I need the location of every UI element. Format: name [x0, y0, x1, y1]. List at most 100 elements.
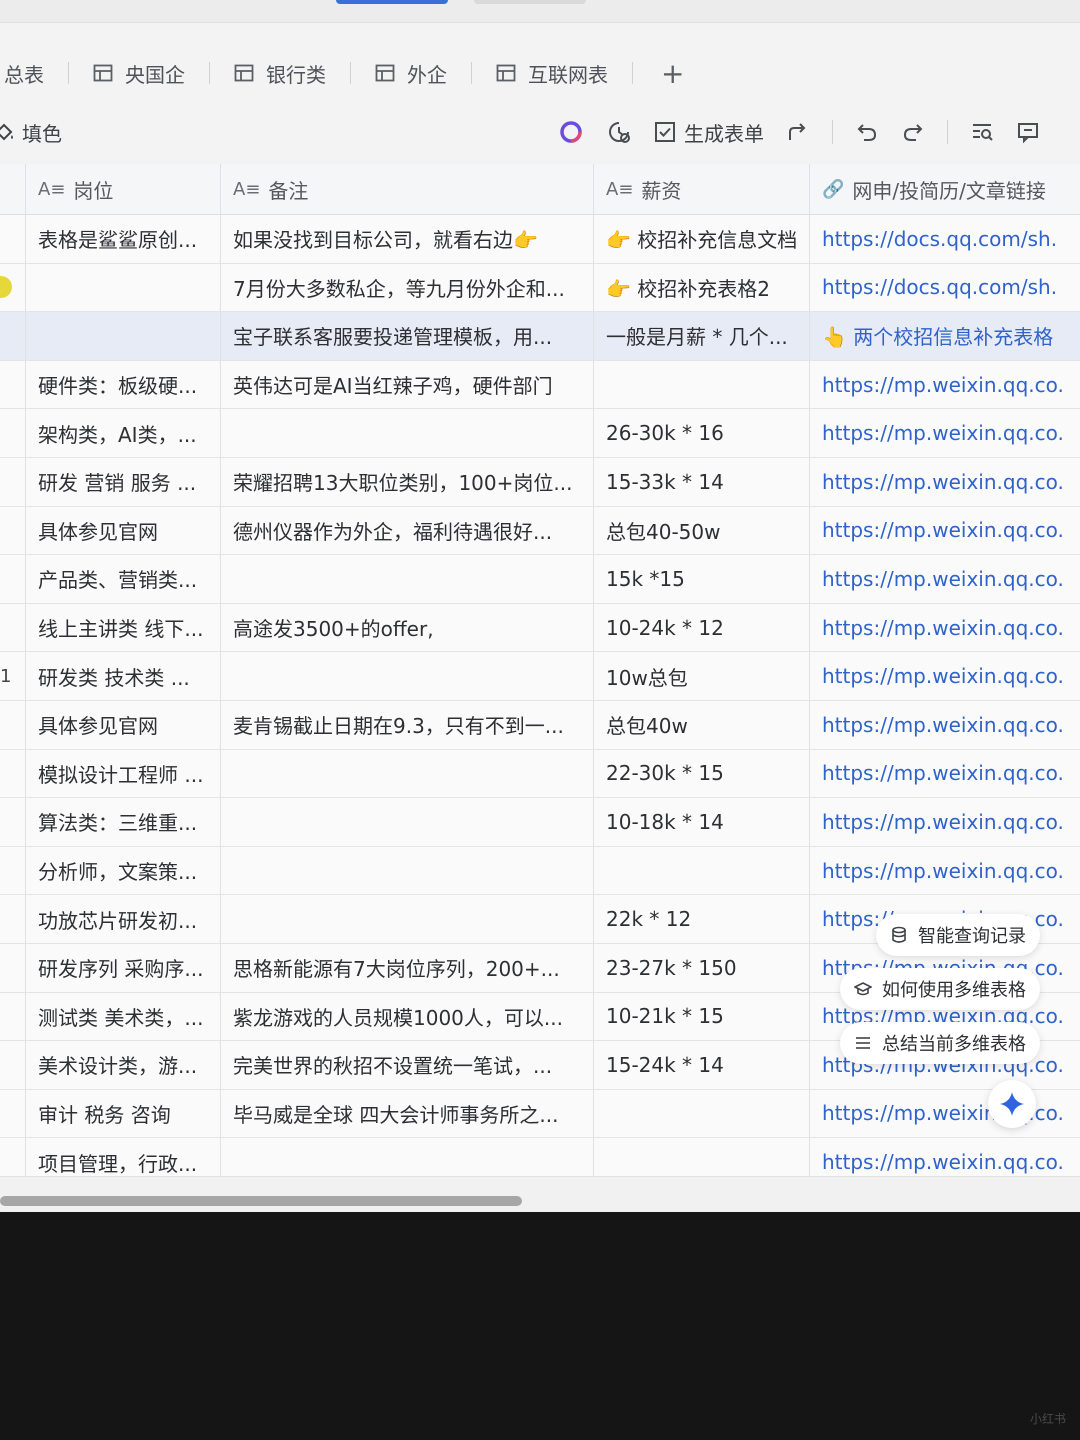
cell-position[interactable]: 测试类 美术类，... [26, 992, 221, 1041]
share-icon[interactable] [786, 120, 810, 144]
cell-salary[interactable] [594, 1089, 810, 1138]
cell-notes[interactable] [221, 895, 594, 943]
cell-salary[interactable]: 15-24k * 14 [594, 1041, 810, 1089]
cell-notes[interactable]: 如果没找到目标公司，就看右边👉 [221, 215, 594, 263]
cell-position[interactable]: 研发 营销 服务 ... [26, 457, 221, 506]
tab-internet[interactable]: 互联网表 [496, 59, 608, 88]
cell-notes[interactable]: 麦肯锡截止日期在9.3，只有不到一... [221, 700, 594, 749]
cell-link[interactable]: https://mp.weixin.qq.co. [810, 1090, 1080, 1138]
cell-notes[interactable]: 思格新能源有7大岗位序列，200+... [221, 943, 594, 992]
cell-position[interactable]: 具体参见官网 [26, 700, 221, 749]
ai-smart-query-button[interactable]: 智能查询记录 [876, 914, 1040, 956]
ai-how-to-use-button[interactable]: 如何使用多维表格 [840, 968, 1040, 1010]
redo-icon[interactable] [901, 120, 925, 144]
tab-state-owned[interactable]: 央国企 [93, 59, 185, 88]
cell-position[interactable]: 硬件类：板级硬... [26, 360, 221, 409]
table-row[interactable]: 产品类、营销类... 15k *15 https://mp.weixin.qq.… [0, 555, 1080, 604]
ai-summarize-button[interactable]: 总结当前多维表格 [840, 1022, 1040, 1064]
cell-salary[interactable]: 10-24k * 12 [594, 603, 810, 652]
cell-link[interactable]: https://mp.weixin.qq.co. [810, 847, 1080, 895]
cell-notes[interactable]: 英伟达可是AI当红辣子鸡，硬件部门 [221, 360, 594, 409]
horizontal-scrollbar[interactable] [0, 1196, 522, 1206]
cell-position[interactable]: 分析师，文案策... [26, 846, 221, 895]
search-records-icon[interactable] [970, 120, 994, 144]
cell-position[interactable]: 模拟设计工程师 ... [26, 749, 221, 798]
cell-notes[interactable]: 宝子联系客服要投递管理模板，用... [221, 312, 594, 360]
cell-salary[interactable]: 10w总包 [594, 652, 810, 700]
column-header-link[interactable]: 🔗 网申/投简历/文章链接 [810, 164, 1080, 214]
cell-link[interactable]: https://mp.weixin.qq.co. [810, 604, 1080, 652]
cell-notes[interactable]: 荣耀招聘13大职位类别，100+岗位... [221, 457, 594, 506]
cell-salary[interactable] [594, 360, 810, 409]
cell-notes[interactable]: 德州仪器作为外企，福利待遇很好... [221, 506, 594, 555]
table-row[interactable]: 分析师，文案策... https://mp.weixin.qq.co. [0, 846, 1080, 896]
table-row[interactable]: 审计 税务 咨询 毕马威是全球 四大会计师事务所之... https://mp.… [0, 1089, 1080, 1139]
cell-salary[interactable]: 15-33k * 14 [594, 457, 810, 506]
header-button-fragment[interactable] [336, 0, 448, 4]
add-tab-button[interactable]: + [661, 57, 684, 90]
cell-salary[interactable]: 👉 校招补充表格2 [594, 263, 810, 312]
table-row[interactable]: 模拟设计工程师 ... 22-30k * 15 https://mp.weixi… [0, 749, 1080, 799]
cell-notes[interactable]: 完美世界的秋招不设置统一笔试，... [221, 1041, 594, 1089]
generate-form-button[interactable]: 生成表单 [654, 118, 764, 147]
table-row[interactable]: 表格是鲨鲨原创... 如果没找到目标公司，就看右边👉 👉 校招补充信息文档 ht… [0, 215, 1080, 264]
cell-position[interactable]: 表格是鲨鲨原创... [26, 215, 221, 263]
cell-salary[interactable]: 一般是月薪 * 几个... [594, 312, 810, 360]
cell-notes[interactable] [221, 846, 594, 895]
cell-link[interactable]: https://mp.weixin.qq.co. [810, 361, 1080, 409]
tab-banks[interactable]: 银行类 [234, 59, 326, 88]
cell-position[interactable]: 线上主讲类 线下... [26, 603, 221, 652]
tab-foreign[interactable]: 外企 [375, 59, 447, 88]
cell-position[interactable]: 架构类，AI类，... [26, 409, 221, 457]
cell-notes[interactable] [221, 409, 594, 457]
cell-link[interactable]: https://mp.weixin.qq.co. [810, 652, 1080, 700]
cell-notes[interactable] [221, 652, 594, 700]
cell-position[interactable]: 产品类、营销类... [26, 555, 221, 603]
cell-position[interactable] [26, 263, 221, 312]
cell-link[interactable]: 👆 两个校招信息补充表格 [810, 312, 1080, 360]
ai-assistant-fab[interactable] [988, 1080, 1036, 1128]
cell-position[interactable]: 研发类 技术类 ... [26, 652, 221, 700]
cell-link[interactable]: https://mp.weixin.qq.co. [810, 409, 1080, 457]
cell-link[interactable]: https://mp.weixin.qq.co. [810, 458, 1080, 506]
tab-summary[interactable]: 总表 [4, 59, 44, 88]
cell-link[interactable]: https://mp.weixin.qq.co. [810, 750, 1080, 798]
cell-notes[interactable] [221, 798, 594, 846]
cell-salary[interactable]: 22k * 12 [594, 895, 810, 943]
table-row[interactable]: 研发 营销 服务 ... 荣耀招聘13大职位类别，100+岗位... 15-33… [0, 457, 1080, 507]
cell-salary[interactable]: 10-21k * 15 [594, 992, 810, 1041]
cell-link[interactable]: https://docs.qq.com/sh. [810, 264, 1080, 312]
cell-notes[interactable] [221, 555, 594, 603]
undo-icon[interactable] [855, 120, 879, 144]
ai-assistant-icon[interactable] [558, 119, 584, 145]
table-row[interactable]: 线上主讲类 线下... 高途发3500+的offer, 10-24k * 12 … [0, 603, 1080, 653]
cell-position[interactable]: 美术设计类，游... [26, 1041, 221, 1089]
cell-salary[interactable]: 总包40w [594, 700, 810, 749]
cell-link[interactable]: https://mp.weixin.qq.co. [810, 555, 1080, 603]
cell-notes[interactable]: 紫龙游戏的人员规模1000人，可以... [221, 992, 594, 1041]
cell-position[interactable]: 功放芯片研发初... [26, 895, 221, 943]
table-row[interactable]: 硬件类：板级硬... 英伟达可是AI当红辣子鸡，硬件部门 https://mp.… [0, 360, 1080, 410]
cell-position[interactable]: 具体参见官网 [26, 506, 221, 555]
cell-link[interactable]: https://mp.weixin.qq.co. [810, 507, 1080, 555]
cell-position[interactable]: 算法类：三维重... [26, 798, 221, 846]
column-header-position[interactable]: A≡ 岗位 [26, 164, 221, 214]
cell-position[interactable]: 研发序列 采购序... [26, 943, 221, 992]
cell-salary[interactable]: 10-18k * 14 [594, 798, 810, 846]
table-row[interactable]: 架构类，AI类，... 26-30k * 16 https://mp.weixi… [0, 409, 1080, 458]
fill-color-button[interactable]: 填色 [0, 118, 62, 147]
cell-salary[interactable] [594, 846, 810, 895]
column-header-salary[interactable]: A≡ 薪资 [594, 164, 810, 214]
table-row[interactable]: 算法类：三维重... 10-18k * 14 https://mp.weixin… [0, 798, 1080, 847]
table-row[interactable]: 具体参见官网 德州仪器作为外企，福利待遇很好... 总包40-50w https… [0, 506, 1080, 556]
cell-salary[interactable]: 15k *15 [594, 555, 810, 603]
cell-notes[interactable]: 高途发3500+的offer, [221, 603, 594, 652]
cell-position[interactable]: 审计 税务 咨询 [26, 1089, 221, 1138]
cell-link[interactable]: https://mp.weixin.qq.co. [810, 798, 1080, 846]
column-header-notes[interactable]: A≡ 备注 [221, 164, 594, 214]
cell-salary[interactable]: 22-30k * 15 [594, 749, 810, 798]
cell-salary[interactable]: 总包40-50w [594, 506, 810, 555]
comment-icon[interactable] [1016, 120, 1040, 144]
cell-salary[interactable]: 26-30k * 16 [594, 409, 810, 457]
table-row[interactable]: 1 研发类 技术类 ... 10w总包 https://mp.weixin.qq… [0, 652, 1080, 701]
